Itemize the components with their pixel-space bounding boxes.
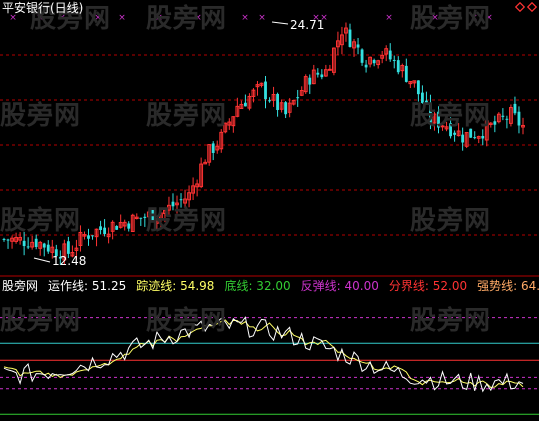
watermark: 股旁网 xyxy=(146,306,228,336)
candle-body xyxy=(115,225,119,230)
candle-body xyxy=(99,226,102,230)
candle-body xyxy=(268,100,271,102)
candle-body xyxy=(416,80,420,95)
candle-body xyxy=(388,50,392,60)
candle-body xyxy=(276,93,279,111)
candle-body xyxy=(139,217,143,219)
candle-body xyxy=(364,64,368,68)
candle-body xyxy=(243,102,247,107)
low-pointer xyxy=(33,257,51,263)
candle-body xyxy=(211,143,215,153)
candle-body xyxy=(6,239,10,241)
candle-body xyxy=(26,246,30,248)
candle-body xyxy=(501,115,505,117)
candle-body xyxy=(42,243,46,248)
legend-yunzuo: 运作线: 51.25 xyxy=(48,279,127,293)
candle-body xyxy=(316,72,320,75)
candle-body xyxy=(493,121,497,125)
watermark: 股旁网 xyxy=(0,101,82,131)
legend-dixian: 底线: 32.00 xyxy=(224,279,291,293)
candle-body xyxy=(505,118,509,120)
chart-title: 平安银行(日线) xyxy=(2,1,84,15)
legend-fenjie: 分界线: 52.00 xyxy=(388,279,468,293)
watermark: 股旁网 xyxy=(0,206,82,236)
watermark: 股旁网 xyxy=(146,206,228,236)
chart-stage: × × × × × × × × × × × × × × × 股旁网 股旁网 股旁网 股旁网 股旁网 股旁网 … xyxy=(0,0,539,421)
candle-body xyxy=(453,132,457,135)
candle-body xyxy=(473,137,477,139)
candle-body xyxy=(513,103,517,114)
watermark: 股旁网 xyxy=(410,4,492,34)
low-price-label: 12.48 xyxy=(52,254,87,268)
watermark: 股旁网 xyxy=(410,306,492,336)
candle-body xyxy=(103,227,106,234)
candle-body xyxy=(320,74,324,78)
candle-body xyxy=(46,244,50,252)
legend-qiangshi: 强势线: 64.00 xyxy=(477,279,539,293)
candle-body xyxy=(481,135,485,139)
watermark: 股旁网 xyxy=(146,101,228,131)
candle-body xyxy=(396,60,400,73)
indicator-legend: 股旁网 运作线: 51.25 踪迹线: 54.98 底线: 32.00 反弹线:… xyxy=(2,279,539,293)
candle-body xyxy=(308,77,312,85)
high-price-label: 24.71 xyxy=(290,18,325,32)
legend-fantan: 反弹线: 40.00 xyxy=(300,279,379,293)
candle-body xyxy=(461,134,465,143)
legend-site: 股旁网 xyxy=(2,279,39,293)
candle-body xyxy=(22,240,26,247)
signal-marker: × xyxy=(258,13,266,23)
watermark: 股旁网 xyxy=(146,4,228,34)
candle-body xyxy=(348,29,352,47)
candle-body xyxy=(356,44,360,48)
candle-body xyxy=(264,81,267,100)
candle-body xyxy=(517,111,521,126)
candle-body xyxy=(66,241,70,254)
watermark: 股旁网 xyxy=(0,306,82,336)
diamond-icon[interactable] xyxy=(527,2,537,12)
candle-body xyxy=(34,238,38,247)
candle-body xyxy=(127,223,131,229)
candle-body xyxy=(91,235,94,237)
candle-body xyxy=(360,49,364,63)
diamond-icon[interactable] xyxy=(515,2,525,12)
candle-body xyxy=(284,102,288,115)
candle-body xyxy=(296,97,300,99)
candle-body xyxy=(372,59,376,64)
candle-body xyxy=(392,59,396,61)
watermark: 股旁网 xyxy=(410,206,492,236)
candle-body xyxy=(87,235,90,239)
signal-marker: × xyxy=(118,13,126,23)
candle-body xyxy=(404,65,408,82)
watermark: 股旁网 xyxy=(410,101,492,131)
signal-marker: × xyxy=(241,13,249,23)
legend-zongji: 踪迹线: 54.98 xyxy=(136,279,215,293)
candle-body xyxy=(2,238,6,240)
high-pointer xyxy=(271,21,289,25)
candle-body xyxy=(327,68,332,71)
signal-marker: × xyxy=(385,13,393,23)
